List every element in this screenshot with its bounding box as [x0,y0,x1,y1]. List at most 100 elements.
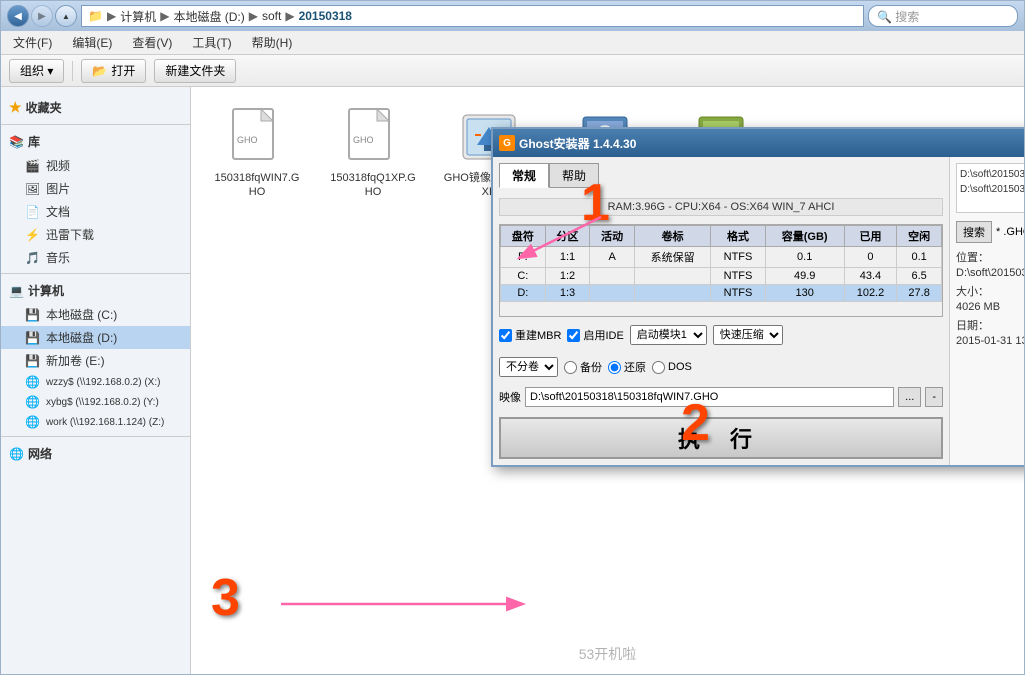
file-icon-gho2: GHO [343,107,403,167]
divider3 [1,436,190,437]
network-icon: 🌐 [9,447,24,461]
path-browse-button[interactable]: ... [898,387,921,407]
sidebar-item-music[interactable]: 🎵 音乐 [1,246,190,269]
forward-button[interactable]: ▶ [31,5,53,27]
file-icon-gho1: GHO [227,107,287,167]
search-button[interactable]: 搜索 [956,221,992,243]
drive-c-icon: 💾 [25,308,40,322]
folder-icon: 📁 [88,9,103,23]
file-item-gho2[interactable]: GHO 150318fqQ1XP.GHO [323,103,423,218]
checkbox-enable-ide[interactable]: 启用IDE [567,327,623,343]
search-box[interactable]: 🔍 搜索 [868,5,1018,27]
split-select[interactable]: 不分卷 [499,357,558,377]
ghost-search-controls: 搜索 * .GHO 目录深度 [956,221,1024,243]
library-icon: 📚 [9,135,24,149]
back-button[interactable]: ◀ [7,5,29,27]
radio-dos[interactable]: DOS [652,361,692,374]
nav-buttons: ◀ ▶ ▲ [7,5,77,27]
sidebar-item-d-drive[interactable]: 💾 本地磁盘 (D:) [1,326,190,349]
ghost-title-text: Ghost安装器 1.4.4.30 [519,135,1024,152]
up-button[interactable]: ▲ [55,5,77,27]
computer-title[interactable]: 💻 计算机 [1,278,190,303]
rebuild-mbr-check[interactable] [499,329,512,342]
arrow-3 [271,584,571,624]
sidebar-item-thunder[interactable]: ⚡ 迅雷下载 [1,223,190,246]
enable-ide-check[interactable] [567,329,580,342]
ghost-tab-general[interactable]: 常规 [499,163,549,188]
network-title[interactable]: 🌐 网络 [1,441,190,466]
open-button[interactable]: 📂 打开 [81,59,146,83]
location-label: 位置： [956,249,1024,265]
checkbox-rebuild-mbr[interactable]: 重建MBR [499,327,561,343]
filter-display: * .GHO [996,226,1024,238]
sidebar-item-c-drive[interactable]: 💾 本地磁盘 (C:) [1,303,190,326]
col-free: 空闲 [897,226,942,247]
ghost-title-bar: G Ghost安装器 1.4.4.30 — □ ✕ [493,129,1024,157]
sidebar-item-y-drive[interactable]: 🌐 xybg$ (\\192.168.0.2) (Y:) [1,392,190,412]
radio-backup[interactable]: 备份 [564,359,602,375]
open-icon: 📂 [92,64,107,78]
library-title[interactable]: 📚 库 [1,129,190,154]
radio-restore[interactable]: 还原 [608,359,646,375]
table-row[interactable]: C:1:2NTFS49.943.46.5 [501,268,942,285]
ghost-table-scroll[interactable]: 盘符 分区 活动 卷标 格式 容量(GB) 已用 空闲 [499,224,943,317]
ghost-tabs: 常规 帮助 [499,163,943,188]
location-value: D:\soft\20150318\150318fqWI [956,267,1024,279]
new-folder-button[interactable]: 新建文件夹 [154,59,236,83]
menu-file[interactable]: 文件(F) [9,32,56,53]
col-format: 格式 [711,226,765,247]
sidebar-item-picture[interactable]: 🖼 图片 [1,177,190,200]
file-name-gho2: 150318fqQ1XP.GHO [327,171,419,200]
file-name-gho1: 150318fqWIN7.GHO [211,171,303,200]
backup-radio[interactable] [564,361,577,374]
sidebar-item-e-drive[interactable]: 💾 新加卷 (E:) [1,349,190,372]
star-icon: ★ [9,99,22,116]
svg-text:GHO: GHO [353,135,374,145]
annotation-1: 1 [581,177,610,229]
dos-radio[interactable] [652,361,665,374]
table-row[interactable]: F:1:1A系统保留NTFS0.100.1 [501,247,942,268]
sidebar-item-document[interactable]: 📄 文档 [1,200,190,223]
sidebar: ★ 收藏夹 📚 库 🎬 视频 🖼 图片 [1,87,191,674]
svg-text:GHO: GHO [237,135,258,145]
organize-button[interactable]: 组织 ▾ [9,59,64,83]
thunder-icon: ⚡ [25,228,40,242]
file-item-gho1[interactable]: GHO 150318fqWIN7.GHO [207,103,307,218]
sidebar-item-video[interactable]: 🎬 视频 [1,154,190,177]
computer-icon: 💻 [9,284,24,298]
ghost-partition-table: 盘符 分区 活动 卷标 格式 容量(GB) 已用 空闲 [500,225,942,302]
compress-select[interactable]: 快速压缩 [713,325,783,345]
drive-x-icon: 🌐 [25,375,40,389]
restore-radio[interactable] [608,361,621,374]
divider1 [1,124,190,125]
drive-y-icon: 🌐 [25,395,40,409]
menu-help[interactable]: 帮助(H) [248,32,297,53]
ghost-right-panel: D:\soft\20150318\150318fqWIN7.G D:\soft\… [949,157,1024,465]
sidebar-item-x-drive[interactable]: 🌐 wzzy$ (\\192.168.0.2) (X:) [1,372,190,392]
menu-view[interactable]: 查看(V) [128,32,176,53]
col-size: 容量(GB) [765,226,844,247]
music-icon: 🎵 [25,251,40,265]
drive-d-icon: 💾 [25,331,40,345]
ghost-left-panel: 常规 帮助 RAM:3.96G - CPU:X64 - OS:X64 WIN_7… [493,157,949,465]
table-row[interactable]: D:1:3NTFS130102.227.8 [501,285,942,302]
table-header-row: 盘符 分区 活动 卷标 格式 容量(GB) 已用 空闲 [501,226,942,247]
date-value: 2015-01-31 13:48 [956,335,1024,347]
toolbar: 组织 ▾ 📂 打开 新建文件夹 [1,55,1024,87]
library-section: 📚 库 🎬 视频 🖼 图片 📄 文档 ⚡ 迅雷下载 [1,129,190,269]
menu-tools[interactable]: 工具(T) [188,32,235,53]
size-label: 大小： [956,283,1024,299]
sidebar-item-z-drive[interactable]: 🌐 work (\\192.168.1.124) (Z:) [1,412,190,432]
menu-edit[interactable]: 编辑(E) [68,32,116,53]
toolbar-divider [72,61,73,81]
annotation-3: 3 [211,568,240,628]
size-value: 4026 MB [956,301,1024,313]
address-bar[interactable]: 📁 ▶ 计算机 ▶ 本地磁盘 (D:) ▶ soft ▶ 20150318 [81,5,864,27]
date-label: 日期： [956,317,1024,333]
drive-e-icon: 💾 [25,354,40,368]
favorites-title[interactable]: ★ 收藏夹 [1,95,190,120]
boot-module-select[interactable]: 启动模块1 [630,325,707,345]
execute-button[interactable]: 执 行 [499,417,943,459]
ghost-path-row: 映像 ... - [499,385,943,409]
path-clear-button[interactable]: - [925,387,943,407]
